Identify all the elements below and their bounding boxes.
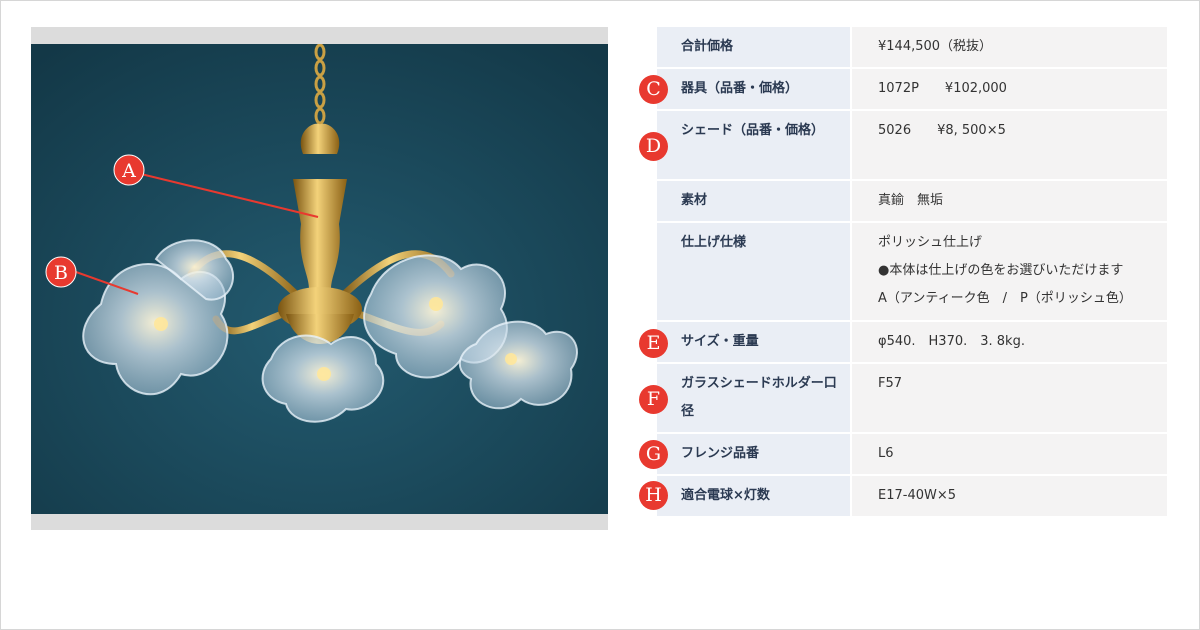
badge-f: F <box>639 385 668 414</box>
spec-value-line: φ540. H370. 3. 8kg. <box>878 334 1025 349</box>
spec-value-line: E17-40W×5 <box>878 488 957 503</box>
spec-label: 合計価格 <box>657 27 850 67</box>
spec-value-line: ¥144,500（税抜） <box>878 39 993 54</box>
spec-value: ¥144,500（税抜） <box>852 27 1167 67</box>
spec-row-flange: フレンジ品番 L6 <box>657 434 1167 474</box>
spec-value: F57 <box>852 364 1167 432</box>
spec-row-total-price: 合計価格 ¥144,500（税抜） <box>657 27 1167 67</box>
badge-h: H <box>639 481 668 510</box>
spec-row-shade: シェード（品番・価格） 5026 ¥8, 500×5 <box>657 111 1167 179</box>
callout-letter-a: A <box>121 160 136 182</box>
spec-label: 適合電球×灯数 <box>657 476 850 516</box>
spec-value-line: A（アンティーク色 / P（ポリッシュ色） <box>878 291 1132 306</box>
callout-badge-b: B <box>45 256 77 288</box>
spec-value-line: 1072P ¥102,000 <box>878 81 1007 96</box>
spec-value: ポリッシュ仕上げ ●本体は仕上げの色をお選びいただけます A（アンティーク色 /… <box>852 223 1167 320</box>
spec-value: φ540. H370. 3. 8kg. <box>852 322 1167 362</box>
spec-value: 真鍮 無垢 <box>852 181 1167 221</box>
spec-label: シェード（品番・価格） <box>657 111 850 179</box>
spec-row-size-weight: サイズ・重量 φ540. H370. 3. 8kg. <box>657 322 1167 362</box>
spec-value-line: ●本体は仕上げの色をお選びいただけます <box>878 263 1124 278</box>
spec-label: 素材 <box>657 181 850 221</box>
spec-table: 合計価格 ¥144,500（税抜） 器具（品番・価格） 1072P ¥102,0… <box>657 27 1167 518</box>
spec-row-finish: 仕上げ仕様 ポリッシュ仕上げ ●本体は仕上げの色をお選びいただけます A（アンテ… <box>657 223 1167 320</box>
spec-label: 器具（品番・価格） <box>657 69 850 109</box>
spec-value: E17-40W×5 <box>852 476 1167 516</box>
spec-value-line: F57 <box>878 376 903 391</box>
badge-e: E <box>639 329 668 358</box>
spec-value: 1072P ¥102,000 <box>852 69 1167 109</box>
badge-c: C <box>639 75 668 104</box>
badge-g: G <box>639 440 668 469</box>
spec-row-shade-holder: ガラスシェードホルダー口径 F57 <box>657 364 1167 432</box>
spec-row-material: 素材 真鍮 無垢 <box>657 181 1167 221</box>
spec-value: 5026 ¥8, 500×5 <box>852 111 1167 179</box>
spec-label: フレンジ品番 <box>657 434 850 474</box>
spec-label: 仕上げ仕様 <box>657 223 850 320</box>
spec-row-bulb: 適合電球×灯数 E17-40W×5 <box>657 476 1167 516</box>
badge-d: D <box>639 132 668 161</box>
spec-value: L6 <box>852 434 1167 474</box>
spec-row-fixture: 器具（品番・価格） 1072P ¥102,000 <box>657 69 1167 109</box>
spec-value-line: L6 <box>878 446 894 461</box>
spec-label: ガラスシェードホルダー口径 <box>657 364 850 432</box>
spec-value-line: 5026 ¥8, 500×5 <box>878 123 1006 138</box>
spec-value-line: 真鍮 無垢 <box>878 193 944 208</box>
callout-badge-a: A <box>113 154 145 186</box>
product-photo-panel: A B <box>31 27 608 530</box>
spec-label: サイズ・重量 <box>657 322 850 362</box>
chandelier-photo: A B <box>31 44 608 514</box>
chandelier-illustration: A B <box>31 44 608 514</box>
spec-value-line: ポリッシュ仕上げ <box>878 235 983 250</box>
callout-letter-b: B <box>54 262 68 284</box>
